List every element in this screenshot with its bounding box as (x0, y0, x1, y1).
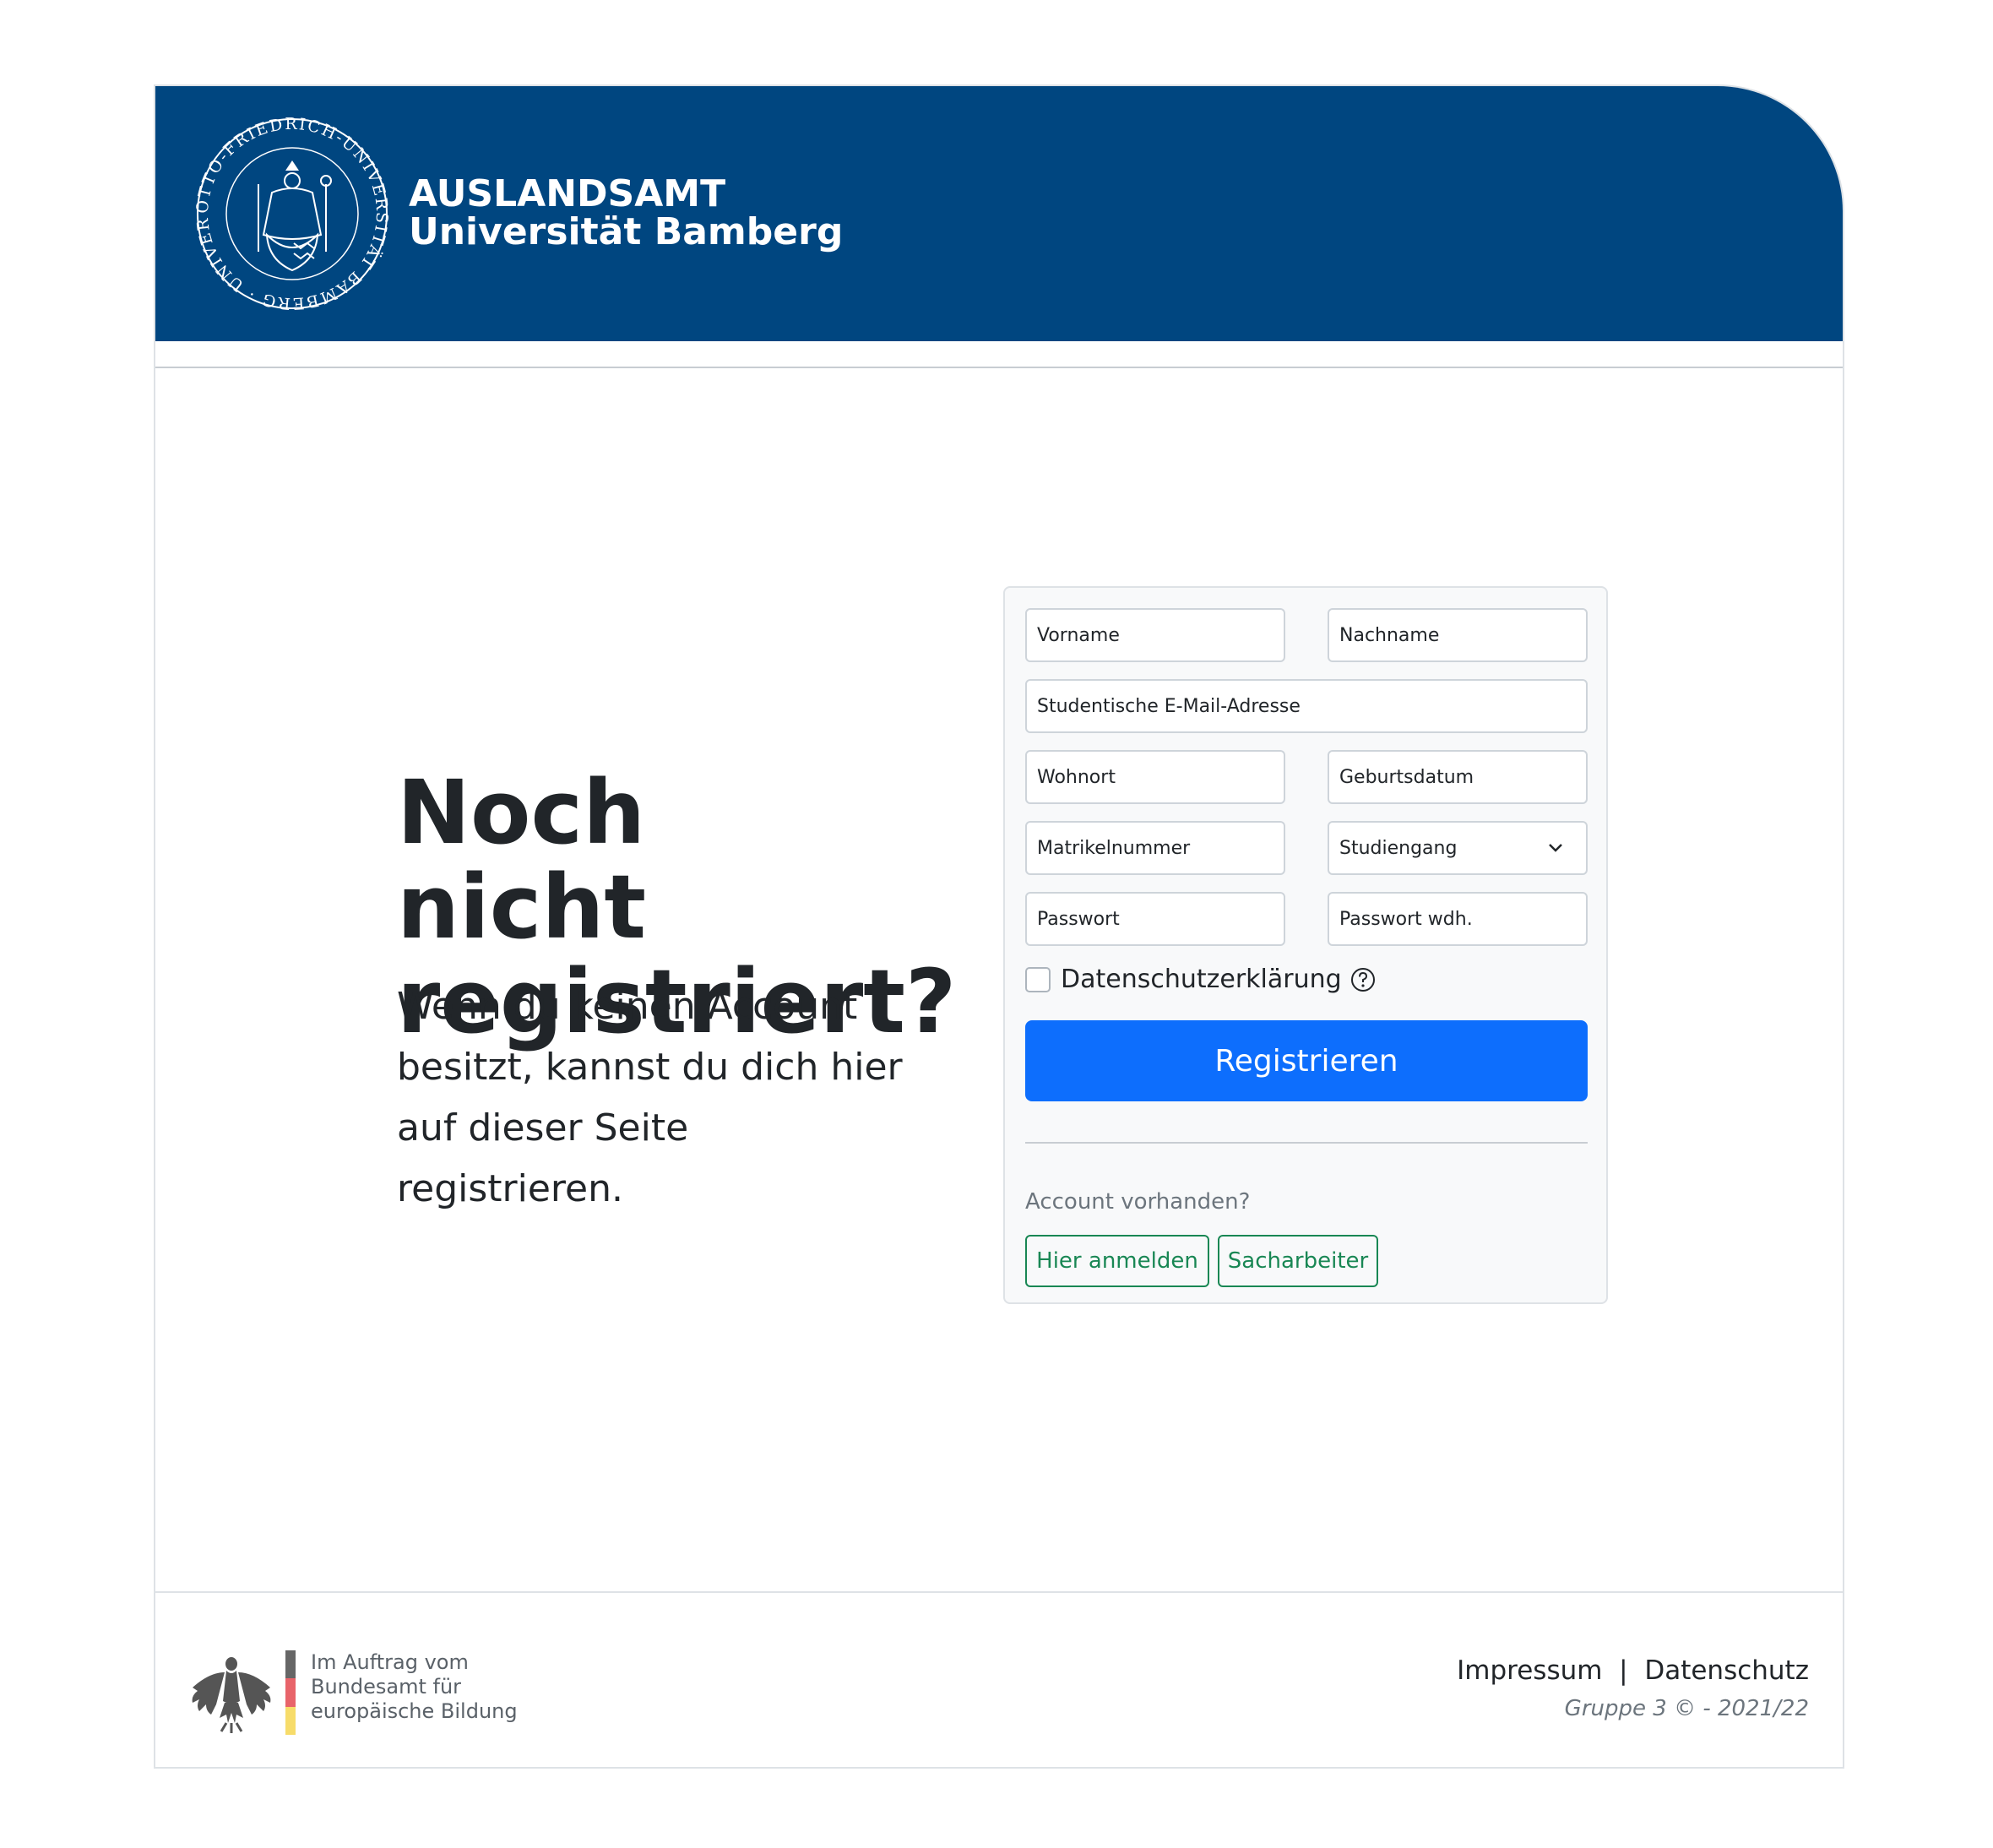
footer-links: Impressum | Datenschutz (1457, 1655, 1809, 1686)
password-repeat-placeholder: Passwort wdh. (1339, 908, 1473, 930)
page-description: Wenn du keinen Account besitzt, kannst d… (397, 985, 903, 1210)
password-input[interactable]: Passwort (1025, 892, 1285, 946)
registration-form: Vorname Nachname Studentische E-Mail-Adr… (1003, 586, 1608, 1304)
birthdate-placeholder: Geburtsdatum (1339, 766, 1474, 788)
brand-line-2: Universität Bamberg (409, 210, 844, 253)
email-placeholder: Studentische E-Mail-Adresse (1037, 695, 1301, 717)
clerk-login-button[interactable]: Sacharbeiter (1218, 1235, 1378, 1287)
imprint-link[interactable]: Impressum (1457, 1655, 1602, 1686)
last-name-placeholder: Nachname (1339, 624, 1440, 646)
first-name-placeholder: Vorname (1037, 624, 1120, 646)
password-repeat-input[interactable]: Passwort wdh. (1328, 892, 1588, 946)
federal-eagle-icon (192, 1657, 271, 1733)
university-seal-icon: OTTO-FRIEDRICH-UNIVERSITÄT BAMBERG · UNI… (191, 108, 391, 313)
city-input[interactable]: Wohnort (1025, 750, 1285, 804)
account-exists-label: Account vorhanden? (1025, 1189, 1251, 1215)
chevron-down-icon (1549, 844, 1562, 852)
student-id-placeholder: Matrikelnummer (1037, 837, 1191, 859)
privacy-checkbox[interactable] (1025, 966, 1051, 992)
city-placeholder: Wohnort (1037, 766, 1116, 788)
page-card: OTTO-FRIEDRICH-UNIVERSITÄT BAMBERG · UNI… (154, 84, 1844, 1769)
birthdate-input[interactable]: Geburtsdatum (1328, 750, 1588, 804)
footer-divider (155, 1591, 1843, 1593)
copyright-text: Gruppe 3 © - 2021/22 (1564, 1696, 1809, 1721)
form-divider (1025, 1142, 1588, 1144)
funding-line-2: Bundesamt für (311, 1675, 462, 1699)
privacy-consent-row: Datenschutzerklärung (1025, 965, 1376, 994)
password-placeholder: Passwort (1037, 908, 1120, 930)
svg-text:OTTO-FRIEDRICH-UNIVERSITÄT BAM: OTTO-FRIEDRICH-UNIVERSITÄT BAMBERG · UNI… (191, 108, 391, 313)
privacy-link[interactable]: Datenschutz (1644, 1655, 1809, 1686)
footer-link-separator: | (1610, 1655, 1637, 1686)
email-input[interactable]: Studentische E-Mail-Adresse (1025, 679, 1588, 733)
funding-line-1: Im Auftrag vom (311, 1650, 469, 1674)
header-divider (155, 367, 1843, 368)
student-id-input[interactable]: Matrikelnummer (1025, 821, 1285, 875)
help-icon[interactable] (1350, 967, 1376, 992)
study-program-value: Studiengang (1339, 837, 1458, 859)
first-name-input[interactable]: Vorname (1025, 608, 1285, 662)
register-button[interactable]: Registrieren (1025, 1020, 1588, 1101)
privacy-label[interactable]: Datenschutzerklärung (1061, 965, 1342, 994)
header-banner: OTTO-FRIEDRICH-UNIVERSITÄT BAMBERG · UNI… (155, 86, 1843, 341)
brand-line-1: AUSLANDSAMT (409, 172, 726, 215)
last-name-input[interactable]: Nachname (1328, 608, 1588, 662)
login-button[interactable]: Hier anmelden (1025, 1235, 1209, 1287)
funding-line-3: europäische Bildung (311, 1699, 518, 1723)
funding-note: Im Auftrag vom Bundesamt für europäische… (311, 1650, 518, 1724)
study-program-select[interactable]: Studiengang (1328, 821, 1588, 875)
brand-title[interactable]: AUSLANDSAMT Universität Bamberg (409, 176, 843, 252)
german-flag-icon (285, 1650, 296, 1735)
